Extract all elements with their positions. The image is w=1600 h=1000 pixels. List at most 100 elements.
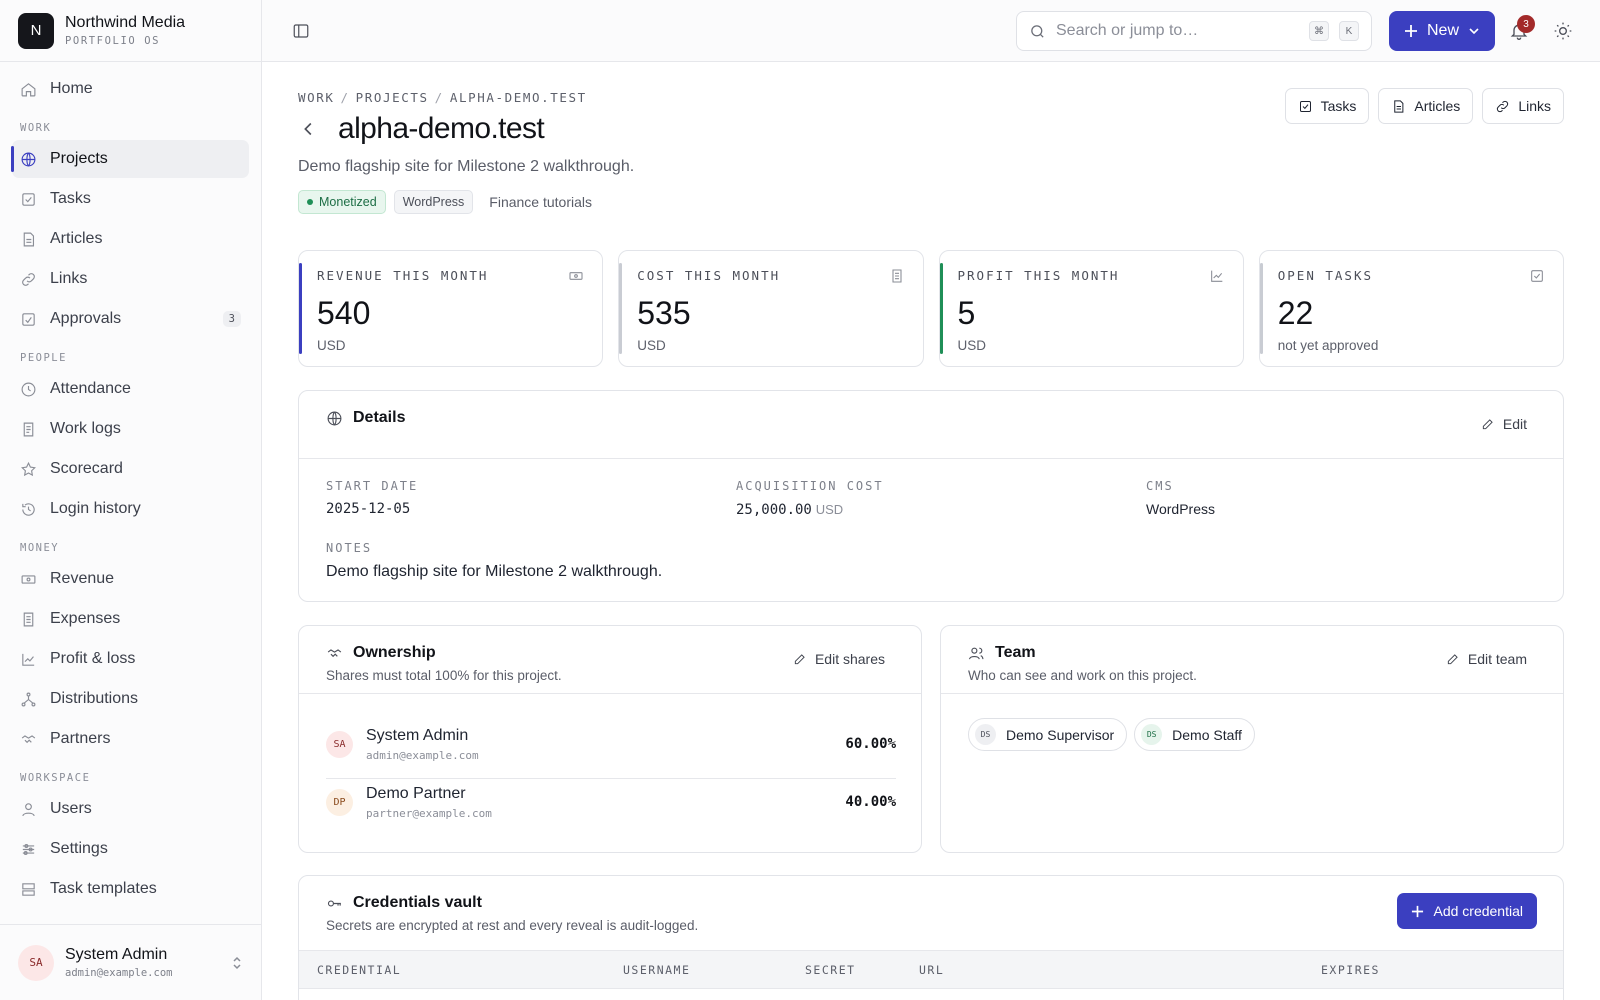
team-member-name: Demo Staff [1172, 726, 1242, 743]
sidebar-item-users[interactable]: Users [12, 790, 249, 828]
notes-value: Demo flagship site for Milestone 2 walkt… [326, 563, 663, 580]
team-member-chip[interactable]: DS Demo Supervisor [968, 718, 1128, 751]
ownership-header: Ownership Shares must total 100% for thi… [299, 626, 921, 694]
brand[interactable]: N Northwind Media PORTFOLIO OS [0, 0, 261, 62]
sidebar-item-articles[interactable]: Articles [12, 220, 249, 258]
start-date-value: 2025-12-05 [326, 501, 411, 517]
edit-team-button[interactable]: Edit team [1446, 651, 1527, 667]
credentials-vault-card: Credentials vault Secrets are encrypted … [298, 875, 1564, 1000]
team-card: Team Who can see and work on this projec… [940, 625, 1564, 853]
stat-cost: COST THIS MONTH 535 USD [618, 250, 924, 367]
sidebar-item-attendance[interactable]: Attendance [12, 370, 249, 408]
topbar: Search or jump to… ⌘ K New 3 [262, 0, 1600, 62]
sidebar-item-projects[interactable]: Projects [11, 140, 249, 178]
cms-value: WordPress [1146, 501, 1215, 517]
check-square-icon [22, 192, 35, 206]
page-subtitle: Demo flagship site for Milestone 2 walkt… [298, 158, 635, 175]
pencil-icon [1447, 654, 1458, 665]
cash-icon [569, 272, 583, 280]
column-header-username[interactable]: USERNAME [623, 963, 690, 977]
team-member-chip[interactable]: DS Demo Staff [1134, 718, 1255, 751]
edit-details-button[interactable]: Edit [1481, 416, 1527, 432]
sidebar-toggle-icon[interactable] [292, 22, 310, 40]
receipt-icon [23, 612, 34, 626]
sidebar-item-work-logs[interactable]: Work logs [12, 410, 249, 448]
document-icon [1394, 99, 1404, 113]
breadcrumb: WORK / PROJECTS / ALPHA-DEMO.TEST [298, 90, 587, 105]
breadcrumb-projects[interactable]: PROJECTS [356, 90, 429, 105]
back-chevron-icon[interactable] [298, 118, 320, 140]
project-tags: Monetized WordPress Finance tutorials [298, 190, 600, 214]
search-icon [1031, 24, 1044, 38]
sidebar-item-label: Partners [50, 730, 111, 747]
brand-name: Northwind Media [65, 14, 186, 31]
column-header-expires[interactable]: EXPIRES [1321, 963, 1380, 977]
user-menu[interactable]: SA System Admin admin@example.com [0, 924, 261, 1000]
sidebar-item-partners[interactable]: Partners [12, 720, 249, 758]
stat-label: COST THIS MONTH [637, 268, 781, 283]
column-header-url[interactable]: URL [919, 963, 944, 977]
check-square-icon [1531, 270, 1543, 282]
sidebar-item-label: Settings [50, 840, 108, 857]
owner-name: System Admin [366, 726, 469, 744]
receipt-icon [891, 269, 902, 283]
sidebar-item-distributions[interactable]: Distributions [12, 680, 249, 718]
sidebar-item-approvals[interactable]: Approvals 3 [12, 300, 249, 338]
stat-value: 540 [317, 295, 371, 331]
stat-revenue: REVENUE THIS MONTH 540 USD [298, 250, 604, 367]
new-button[interactable]: New [1389, 11, 1495, 51]
stat-label: REVENUE THIS MONTH [317, 268, 489, 283]
stat-unit: not yet approved [1277, 338, 1379, 353]
document-icon [23, 232, 35, 246]
team-header: Team Who can see and work on this projec… [941, 626, 1563, 694]
quick-links: Tasks Articles Links [1284, 88, 1564, 124]
avatar: DP [326, 788, 353, 816]
sidebar-item-login-history[interactable]: Login history [12, 490, 249, 528]
sidebar-item-label: Distributions [50, 690, 139, 707]
sidebar-item-task-templates[interactable]: Task templates [12, 870, 249, 908]
sliders-icon [22, 843, 35, 855]
sidebar-item-tasks[interactable]: Tasks [12, 180, 249, 218]
sidebar-item-scorecard[interactable]: Scorecard [12, 450, 249, 488]
details-header: Details Edit [299, 391, 1563, 459]
tasks-button[interactable]: Tasks [1284, 88, 1370, 124]
sidebar-item-home[interactable]: Home [12, 70, 249, 108]
user-name: System Admin [65, 946, 168, 963]
sidebar-item-label: Revenue [50, 570, 115, 587]
avatar: SA [326, 730, 353, 758]
sidebar-item-links[interactable]: Links [12, 260, 249, 298]
pencil-icon [1482, 419, 1493, 430]
add-credential-label: Add credential [1433, 903, 1523, 919]
breadcrumb-work[interactable]: WORK [298, 90, 335, 105]
sidebar-item-revenue[interactable]: Revenue [12, 560, 249, 598]
chevron-down-icon [1469, 28, 1479, 35]
team-subtitle: Who can see and work on this project. [968, 668, 1197, 683]
vault-title-text: Credentials vault [353, 894, 482, 911]
edit-shares-button[interactable]: Edit shares [793, 651, 885, 667]
team-member-name: Demo Supervisor [1006, 726, 1115, 743]
acquisition-cost-value: 25,000.00 [736, 502, 812, 518]
sun-icon[interactable] [1553, 21, 1573, 41]
users-icon [968, 647, 984, 659]
chart-icon [1210, 270, 1223, 282]
add-credential-button[interactable]: Add credential [1397, 893, 1537, 929]
links-button[interactable]: Links [1482, 88, 1564, 124]
notes-label: NOTES [326, 541, 373, 555]
cms-badge: WordPress [393, 190, 474, 214]
sidebar-item-settings[interactable]: Settings [12, 830, 249, 868]
shortcut-key-k: K [1339, 21, 1359, 41]
globe-icon [327, 411, 342, 425]
articles-button[interactable]: Articles [1378, 88, 1474, 124]
search-input[interactable]: Search or jump to… ⌘ K [1016, 11, 1372, 51]
column-header-credential[interactable]: CREDENTIAL [317, 963, 401, 977]
sidebar-item-profit-loss[interactable]: Profit & loss [12, 640, 249, 678]
stat-unit: USD [637, 338, 666, 353]
sidebar-item-expenses[interactable]: Expenses [12, 600, 249, 638]
check-square-icon [1299, 100, 1311, 112]
avatar: DS [1141, 724, 1163, 745]
history-icon [22, 502, 35, 516]
ownership-title-text: Ownership [353, 644, 436, 661]
owner-name: Demo Partner [366, 784, 466, 802]
owner-share: 60.00% [845, 736, 896, 752]
column-header-secret[interactable]: SECRET [805, 963, 856, 977]
